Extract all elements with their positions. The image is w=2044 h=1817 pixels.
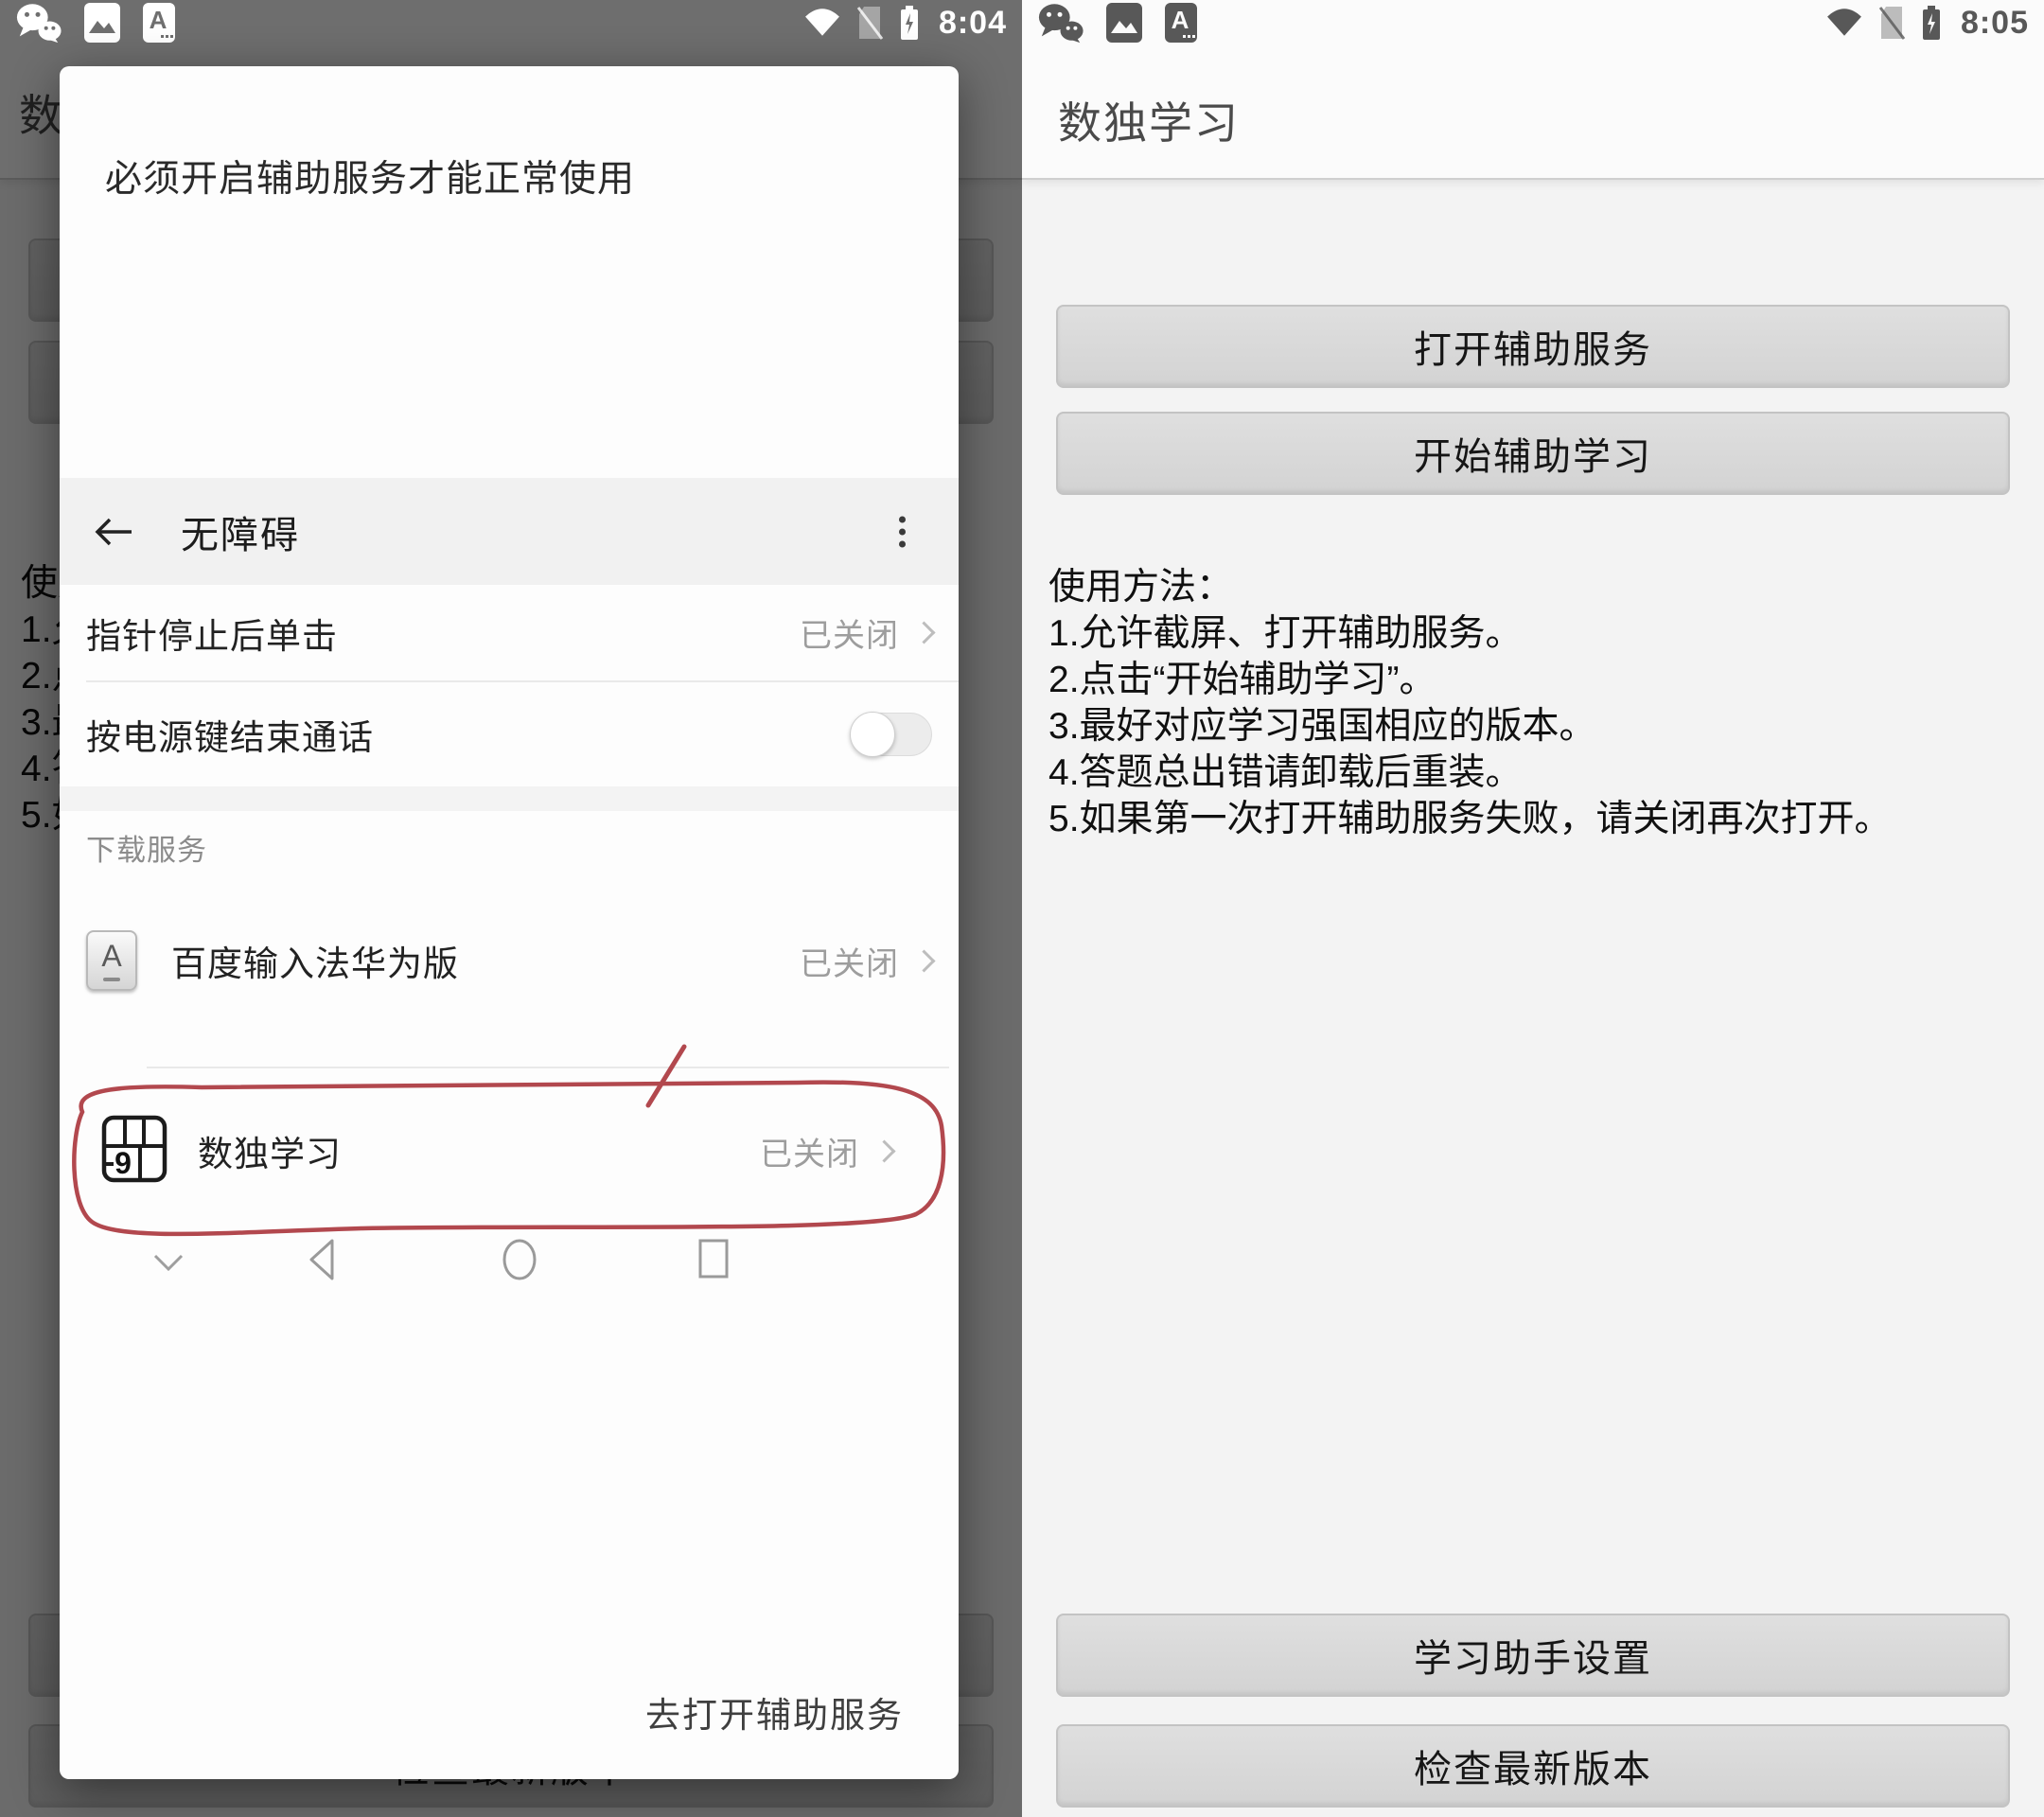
setting-status: 已关闭 [800, 609, 899, 656]
clock-time: 8:05 [1961, 5, 2029, 42]
setting-row-power-end-call[interactable]: 按电源键结束通话 [60, 682, 959, 786]
service-status: 已关闭 [800, 938, 899, 984]
settings-header-title: 无障碍 [181, 504, 300, 559]
setting-row-pointer-click[interactable]: 指针停止后单击 已关闭 [60, 585, 959, 680]
back-arrow-icon[interactable] [92, 516, 135, 548]
usage-instructions: 使用方法： 1.允许截屏、打开辅助服务。 2.点击“开始辅助学习”。 3.最好对… [1048, 564, 2029, 842]
accessibility-prompt-dialog: 必须开启辅助服务才能正常使用 无障碍 指针停止后单击 已关闭 [60, 66, 959, 1779]
service-status: 已关闭 [760, 1128, 859, 1174]
no-sim-icon [855, 5, 884, 41]
app-title: 数独学习 [1058, 89, 1240, 151]
toggle-knob [850, 712, 895, 757]
service-label: 数独学习 [198, 1125, 342, 1176]
open-service-button[interactable]: 打开辅助服务 [1056, 305, 2010, 388]
dialog-title: 必须开启辅助服务才能正常使用 [105, 150, 930, 203]
service-row-sudoku-learning[interactable]: 9 数独学习 已关闭 [60, 1080, 959, 1222]
sudoku-app-icon: 9 [101, 1115, 167, 1188]
clock-time: 8:04 [939, 5, 1007, 42]
divider [147, 1067, 949, 1068]
setting-label: 按电源键结束通话 [86, 709, 374, 760]
service-row-baidu-ime[interactable]: A 百度输入法华为版 已关闭 [60, 904, 959, 1017]
accessibility-settings-preview: 无障碍 指针停止后单击 已关闭 按电源键结束通话 下载服务 [60, 478, 959, 1372]
baidu-ime-bar [103, 978, 120, 981]
nav-recents-icon[interactable] [697, 1238, 730, 1284]
start-learning-button[interactable]: 开始辅助学习 [1056, 412, 2010, 495]
baidu-ime-icon: A [86, 930, 137, 991]
sudoku-digit: 9 [115, 1146, 132, 1180]
power-end-call-toggle[interactable] [851, 713, 932, 756]
check-version-button[interactable]: 检查最新版本 [1056, 1724, 2010, 1808]
instruction-item: 3.最好对应学习强国相应的版本。 [1048, 703, 2029, 750]
sudoku-learning-app: 数独学习 打开辅助服务 开始辅助学习 使用方法： 1.允许截屏、打开辅助服务。 … [1022, 0, 2044, 1817]
nav-back-icon[interactable] [304, 1236, 340, 1288]
instruction-item: 5.如果第一次打开辅助服务失败，请关闭再次打开。 [1048, 796, 2029, 842]
screenshot-pair: 数独学习 打开辅助服务 开始辅助学习 使用方法： 1.允许截屏、打开辅助服务。 … [0, 0, 2044, 1817]
instruction-item: 2.点击“开始辅助学习”。 [1048, 657, 2029, 703]
no-sim-icon [1877, 5, 1906, 41]
gallery-icon [1105, 2, 1143, 44]
chevron-right-icon [912, 621, 935, 644]
hide-navbar-chevron-icon[interactable] [152, 1253, 185, 1279]
overflow-menu-icon[interactable] [899, 510, 906, 553]
section-gap [60, 786, 959, 811]
status-bar: A [1022, 0, 2044, 45]
instruction-item: 4.答题总出错请卸载后重装。 [1048, 750, 2029, 796]
battery-charging-icon [1921, 5, 1942, 41]
go-enable-service-link[interactable]: 去打开辅助服务 [645, 1686, 904, 1738]
wechat-icon [1037, 2, 1084, 44]
setting-label: 指针停止后单击 [86, 608, 338, 659]
ime-letter: A [150, 6, 167, 34]
input-method-icon: A [142, 2, 176, 44]
input-method-icon: A [1164, 2, 1198, 44]
downloaded-services-label: 下载服务 [86, 826, 207, 869]
wechat-icon [15, 2, 62, 44]
right-phone-screen: 数独学习 打开辅助服务 开始辅助学习 使用方法： 1.允许截屏、打开辅助服务。 … [1022, 0, 2044, 1817]
instructions-heading: 使用方法： [1048, 564, 2029, 610]
instruction-item: 1.允许截屏、打开辅助服务。 [1048, 610, 2029, 657]
left-phone-screen: 数独学习 打开辅助服务 开始辅助学习 使用方法： 1.允许截屏、打开辅助服务。 … [0, 0, 1022, 1817]
ime-letter: A [1172, 6, 1189, 34]
navigation-bar [60, 1230, 959, 1306]
status-bar: A [0, 0, 1022, 45]
settings-header: 无障碍 [60, 478, 959, 585]
nav-home-icon[interactable] [499, 1234, 540, 1290]
service-label: 百度输入法华为版 [171, 935, 459, 986]
assistant-settings-button[interactable]: 学习助手设置 [1056, 1614, 2010, 1697]
gallery-icon [83, 2, 121, 44]
wifi-icon [1826, 9, 1862, 37]
battery-charging-icon [899, 5, 920, 41]
chevron-right-icon [872, 1139, 895, 1162]
wifi-icon [804, 9, 840, 37]
chevron-right-icon [912, 949, 935, 972]
baidu-ime-letter: A [101, 941, 121, 971]
